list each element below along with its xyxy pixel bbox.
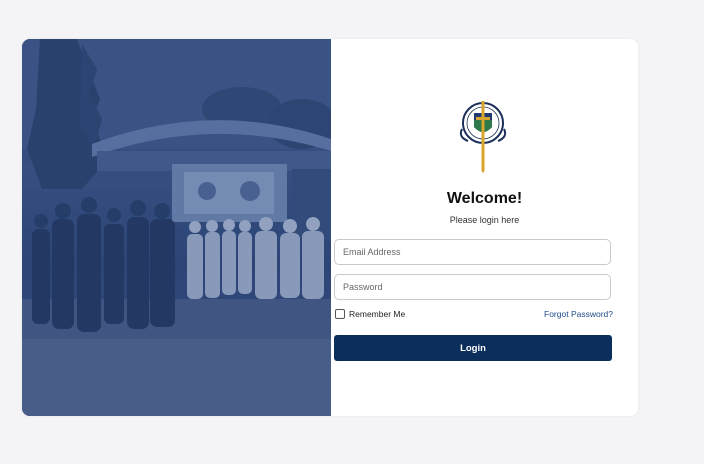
remember-me-label: Remember Me [349,309,406,319]
login-subtitle: Please login here [449,215,520,225]
password-field[interactable] [334,274,611,300]
remember-me-checkbox[interactable] [335,309,345,319]
welcome-heading: Welcome! [446,190,523,207]
login-form-panel: Welcome! Please login here Remember Me F… [331,39,638,416]
login-card: Welcome! Please login here Remember Me F… [22,39,638,416]
school-crest-logo [459,101,507,173]
campus-photo [22,39,331,416]
email-field[interactable] [334,239,611,265]
remember-me-toggle[interactable]: Remember Me [335,309,405,319]
forgot-password-link[interactable]: Forgot Password? [544,309,613,319]
campus-photo-panel [22,39,331,416]
login-button[interactable]: Login [334,335,612,361]
